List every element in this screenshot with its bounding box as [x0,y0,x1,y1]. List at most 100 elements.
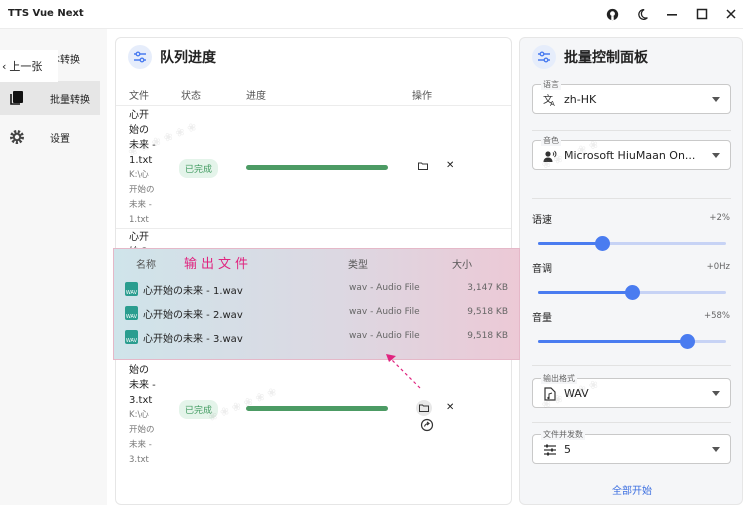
chevron-down-icon [712,153,720,158]
status-badge: 已完成 [179,159,219,178]
output-file-name: 心开始の未来 - 3.wav [143,334,243,345]
github-icon[interactable] [604,6,620,22]
title-bar: TTS Vue Next [0,0,743,29]
rate-slider-thumb[interactable] [594,236,610,251]
voice-select[interactable]: 音色 Microsoft HiuMaan On... [532,135,731,170]
row-divider [116,228,511,229]
sliders-icon [128,45,152,69]
voice-label: 音色 [541,135,561,146]
file-music-icon [542,386,558,402]
open-folder-button[interactable] [416,400,432,416]
format-select[interactable]: 输出格式 WAV [532,373,731,408]
file-name: 心开 始の 未来 - 1.txt [129,110,156,166]
previous-image-button[interactable]: ‹ 上一张 [0,50,58,82]
column-status: 状态 [181,91,201,102]
remove-row-button[interactable]: ✕ [446,402,454,413]
output-file-name: 心开始の未来 - 1.wav [143,286,243,297]
popup-column-name: 名称 [136,260,156,271]
output-file-item[interactable]: WAV 心开始の未来 - 3.wav wav - Audio File 9,51… [114,329,521,349]
open-folder-button[interactable] [416,159,430,173]
svg-text:A: A [550,100,555,107]
volume-label: 音量 [532,313,552,324]
rate-value: +2% [709,213,730,223]
sidebar-item-label: 批量转换 [50,94,90,106]
popup-column-size: 大小 [452,260,472,271]
person-voice-icon [542,148,558,164]
close-window-icon[interactable] [723,6,739,22]
popup-title: 输出文件 [184,257,253,272]
control-title: 批量控制面板 [564,50,648,66]
output-file-size: 9,518 KB [467,307,508,317]
language-select[interactable]: 语言 文A zh-HK [532,79,731,114]
column-file: 文件 [129,91,149,102]
chevron-down-icon [712,97,720,102]
file-path: K:\心 开始の 未来 - 1.txt [129,170,155,225]
progress-bar [246,165,388,170]
volume-slider-fill [538,340,687,343]
control-header: 批量控制面板 [532,45,648,69]
volume-slider[interactable] [538,334,726,349]
concurrency-select[interactable]: 文件并发数 5 [532,429,731,464]
output-file-type: wav - Audio File [349,307,420,317]
voice-value: Microsoft HiuMaan On... [564,149,696,162]
popup-column-type: 类型 [348,260,368,271]
concurrency-value: 5 [564,443,571,456]
chevron-left-icon: ‹ [2,59,7,73]
start-all-button[interactable]: 全部开始 [520,482,742,497]
output-file-type: wav - Audio File [349,331,420,341]
rate-slider[interactable] [538,236,726,251]
queue-title: 队列进度 [160,50,216,66]
volume-value: +58% [703,311,730,321]
pitch-label: 音调 [532,264,552,275]
status-badge: 已完成 [179,400,219,419]
progress-bar [246,406,388,411]
file-name: 始の 未来 - 3.txt [129,365,156,406]
sliders-icon [532,45,556,69]
queue-header: 队列进度 [128,45,216,69]
sidebar: 本转换 批量转换 设置 ‹ 上一张 [0,29,107,505]
rate-slider-fill [538,242,602,245]
previous-label: 上一张 [9,60,43,73]
wav-file-icon: WAV [125,282,138,296]
pitch-slider-fill [538,291,632,294]
file-path: K:\心 开始の 未来 - 3.txt [129,410,155,465]
language-label: 语言 [541,79,561,90]
divider [532,422,731,423]
output-file-item[interactable]: WAV 心开始の未来 - 1.wav wav - Audio File 3,14… [114,281,521,301]
output-file-size: 3,147 KB [467,283,508,293]
divider [532,198,731,199]
tune-icon [542,442,558,458]
wav-file-icon: WAV [125,330,138,344]
maximize-icon[interactable] [694,6,710,22]
pitch-slider[interactable] [538,285,726,300]
document-icon [8,89,26,107]
minimize-icon[interactable] [664,6,680,22]
column-action: 操作 [412,91,432,102]
pitch-slider-thumb[interactable] [625,285,640,300]
app-title: TTS Vue Next [8,8,84,19]
annotation-arrow [386,354,421,389]
sidebar-item-settings[interactable]: 设置 [0,120,100,154]
column-progress: 进度 [246,91,266,102]
translate-icon: 文A [542,92,558,108]
sidebar-item-batch-convert[interactable]: 批量转换 [0,81,100,115]
output-file-type: wav - Audio File [349,283,420,293]
sidebar-item-label: 设置 [50,133,70,145]
theme-toggle-icon[interactable] [634,6,650,22]
wav-file-icon: WAV [125,306,138,320]
format-value: WAV [564,387,589,400]
gear-icon [8,128,26,146]
pitch-value: +0Hz [706,262,730,272]
header-divider [116,105,511,106]
concurrency-label: 文件并发数 [541,429,585,440]
cursor-icon [420,418,434,435]
divider [532,365,731,366]
output-file-item[interactable]: WAV 心开始の未来 - 2.wav wav - Audio File 9,51… [114,305,521,325]
control-panel: 批量控制面板 语言 文A zh-HK 音色 Microsoft HiuMaan … [519,37,743,505]
chevron-down-icon [712,391,720,396]
volume-slider-thumb[interactable] [679,334,695,349]
output-files-popup: 名称 输出文件 类型 大小 WAV 心开始の未来 - 1.wav wav - A… [113,248,520,360]
remove-row-button[interactable]: ✕ [446,160,454,171]
output-file-name: 心开始の未来 - 2.wav [143,310,243,321]
chevron-down-icon [712,447,720,452]
